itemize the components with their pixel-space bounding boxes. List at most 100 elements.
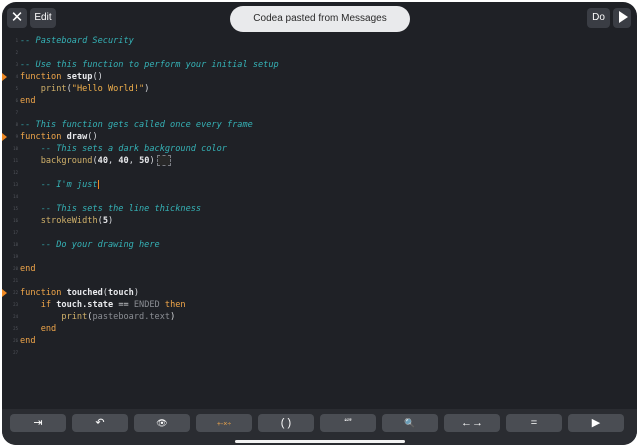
quotes-key[interactable]: “”: [320, 414, 376, 432]
line-number: 25: [13, 326, 18, 331]
preview-key[interactable]: 👁: [134, 414, 190, 432]
code-text: strokeWidth(5): [40, 216, 114, 226]
code-line[interactable]: 10 -- This sets a dark background color: [2, 143, 637, 155]
line-number: 11: [13, 158, 18, 163]
code-line[interactable]: 12: [2, 167, 637, 179]
run-button[interactable]: [613, 8, 631, 28]
code-line[interactable]: 11 background(40, 40, 50): [2, 155, 637, 167]
line-number: 23: [13, 302, 18, 307]
line-number: 15: [13, 206, 18, 211]
code-line[interactable]: 13 -- I'm just: [2, 179, 637, 191]
code-text: end: [20, 264, 36, 274]
code-line[interactable]: 9 function draw(): [2, 131, 637, 143]
tab-key[interactable]: ⇥: [10, 414, 66, 432]
code-text: -- I'm just: [20, 180, 99, 190]
code-line[interactable]: 3 -- Use this function to perform your i…: [2, 59, 637, 71]
code-line[interactable]: 20 end: [2, 263, 637, 275]
line-number: 4: [15, 74, 18, 79]
edit-button[interactable]: Edit: [30, 8, 56, 28]
code-text: -- This sets a dark background color: [20, 144, 227, 154]
line-number: 7: [15, 110, 18, 115]
code-line[interactable]: 16 strokeWidth(5): [2, 215, 637, 227]
line-number: 1: [15, 38, 18, 43]
search-key[interactable]: 🔍: [382, 414, 438, 432]
cursor-move-key[interactable]: ←→: [444, 414, 500, 432]
tab-arrow-icon: ⇥: [33, 417, 43, 429]
code-line[interactable]: 7: [2, 107, 637, 119]
line-number: 16: [13, 218, 18, 223]
equals-key[interactable]: =: [506, 414, 562, 432]
code-line[interactable]: 15 -- This sets the line thickness: [2, 203, 637, 215]
line-number: 21: [13, 278, 18, 283]
code-text: function draw(): [20, 132, 98, 142]
color-swatch-icon[interactable]: [156, 155, 171, 166]
code-line[interactable]: 4 function setup(): [2, 71, 637, 83]
text-cursor: [97, 180, 99, 189]
eye-icon: 👁: [156, 418, 168, 428]
play-icon: ▶: [591, 417, 601, 429]
code-text: -- This function gets called once every …: [20, 120, 253, 130]
code-text: -- Pasteboard Security: [20, 36, 134, 46]
code-line[interactable]: 6 end: [2, 95, 637, 107]
code-line[interactable]: 2: [2, 47, 637, 59]
line-number: 14: [13, 194, 18, 199]
undo-icon: ↶: [95, 417, 105, 429]
line-number: 22: [13, 290, 18, 295]
undo-key[interactable]: ↶: [72, 414, 128, 432]
code-line[interactable]: 1 -- Pasteboard Security: [2, 35, 637, 47]
line-number: 10: [13, 146, 18, 151]
line-number: 8: [15, 122, 18, 127]
line-number: 12: [13, 170, 18, 175]
parentheses-key[interactable]: ( ): [258, 414, 314, 432]
line-number: 18: [13, 242, 18, 247]
code-line[interactable]: 19: [2, 251, 637, 263]
run-key[interactable]: ▶: [568, 414, 624, 432]
do-button[interactable]: Do: [587, 8, 610, 28]
line-number: 3: [15, 62, 18, 67]
operators-key[interactable]: +-×÷: [196, 414, 252, 432]
line-number: 9: [15, 134, 18, 139]
code-text: function touched(touch): [20, 288, 140, 298]
code-line[interactable]: 24 print(pasteboard.text): [2, 311, 637, 323]
code-editor[interactable]: 1 -- Pasteboard Security 2 3 -- Use this…: [2, 32, 637, 402]
code-text: end: [20, 324, 57, 334]
code-text: function setup(): [20, 72, 103, 82]
code-line[interactable]: 21: [2, 275, 637, 287]
line-number: 24: [13, 314, 18, 319]
line-number: 26: [13, 338, 18, 343]
code-text: -- Do your drawing here: [20, 240, 160, 250]
code-text: end: [20, 96, 36, 106]
code-line[interactable]: 14: [2, 191, 637, 203]
code-line[interactable]: 25 end: [2, 323, 637, 335]
line-number: 17: [13, 230, 18, 235]
code-line[interactable]: 27: [2, 347, 637, 359]
equals-icon: =: [530, 417, 538, 429]
line-number: 20: [13, 266, 18, 271]
code-line[interactable]: 5 print("Hello World!"): [2, 83, 637, 95]
line-number: 13: [13, 182, 18, 187]
close-button[interactable]: ✕: [7, 8, 27, 28]
code-line[interactable]: 23 if touch.state == ENDED then: [2, 299, 637, 311]
code-text: end: [20, 336, 36, 346]
code-text: -- Use this function to perform your ini…: [20, 60, 279, 70]
code-line[interactable]: 22 function touched(touch): [2, 287, 637, 299]
code-text: print("Hello World!"): [40, 84, 150, 94]
line-number: 5: [15, 86, 18, 91]
codea-editor-window: ✕ Edit Codea pasted from Messages Do 1 -…: [2, 2, 637, 445]
line-number: 2: [15, 50, 18, 55]
math-operators-icon: +-×÷: [216, 421, 232, 428]
play-icon: [618, 11, 628, 24]
code-line[interactable]: 8 -- This function gets called once ever…: [2, 119, 637, 131]
line-number: 27: [13, 350, 18, 355]
code-line[interactable]: 26 end: [2, 335, 637, 347]
code-line[interactable]: 18 -- Do your drawing here: [2, 239, 637, 251]
quotes-icon: “”: [344, 417, 352, 429]
search-icon: 🔍: [404, 418, 416, 428]
code-line[interactable]: 17: [2, 227, 637, 239]
code-text: -- This sets the line thickness: [20, 204, 202, 214]
line-number: 6: [15, 98, 18, 103]
code-text: background(40, 40, 50): [20, 155, 171, 167]
code-text: if touch.state == ENDED then: [40, 300, 186, 310]
parentheses-icon: ( ): [280, 417, 292, 429]
cursor-arrows-icon: ←→: [461, 417, 483, 429]
